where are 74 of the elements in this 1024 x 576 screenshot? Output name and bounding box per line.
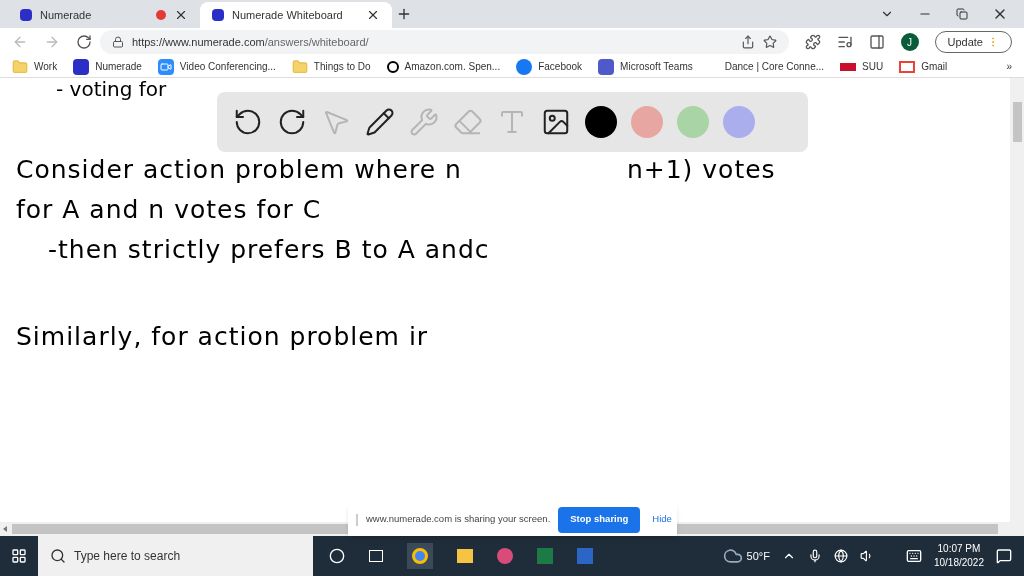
mail-icon — [899, 60, 916, 73]
tab-title: Numerade — [40, 7, 93, 23]
bookmark[interactable]: Video Conferencing... — [157, 58, 276, 75]
url-host: https://www.numerade.com — [132, 35, 265, 48]
color-swatch[interactable] — [631, 106, 663, 138]
image-icon[interactable] — [541, 107, 571, 137]
address-bar[interactable]: https://www.numerade.com/answers/whiteboard/ — [100, 30, 789, 54]
recording-icon — [156, 10, 166, 20]
weather-icon[interactable] — [722, 546, 743, 566]
sharing-message: www.numerade.com is sharing your screen. — [366, 512, 551, 527]
pen-icon[interactable] — [365, 107, 395, 137]
search-placeholder: Type here to search — [74, 548, 181, 565]
url-path: /answers/whiteboard/ — [264, 35, 369, 48]
notifications-icon[interactable] — [996, 548, 1012, 564]
task-view-icon[interactable] — [369, 550, 383, 562]
logo-icon — [840, 62, 857, 71]
redo-icon[interactable] — [277, 107, 307, 137]
microphone-icon[interactable] — [807, 549, 822, 563]
new-tab-icon[interactable] — [396, 6, 412, 22]
handwritten-text: Similarly, for action problem ir — [16, 322, 429, 351]
share-icon[interactable] — [740, 35, 755, 49]
handwritten-text: for A and n votes for C — [16, 194, 322, 227]
bookmark[interactable]: Numerade — [73, 58, 142, 75]
search-icon — [50, 548, 66, 564]
extensions-icon[interactable] — [804, 34, 821, 50]
bookmark[interactable]: Facebook — [516, 58, 583, 75]
clock-date[interactable]: 10/18/2022 — [933, 556, 984, 570]
weather-temperature[interactable]: 50°F — [746, 547, 770, 565]
restore-icon[interactable] — [956, 8, 968, 20]
handwritten-text: n+1) votes — [626, 154, 776, 187]
logo-icon — [73, 58, 90, 75]
network-icon[interactable] — [833, 549, 848, 563]
drag-handle-icon[interactable] — [356, 513, 358, 526]
bookmark[interactable]: Work — [12, 58, 58, 75]
stop-sharing-button[interactable]: Stop sharing — [558, 506, 641, 533]
undo-icon[interactable] — [233, 107, 263, 137]
more-bookmarks[interactable]: » — [1006, 59, 1012, 74]
logo-icon — [212, 9, 224, 21]
hide-link[interactable]: Hide — [648, 512, 676, 527]
handwritten-text: -then strictly prefers B to A andc — [48, 234, 490, 267]
media-icon[interactable] — [836, 34, 853, 50]
bookmark[interactable]: SUU — [840, 59, 884, 74]
logo-icon — [20, 9, 32, 21]
lock-icon — [112, 36, 124, 48]
bookmark[interactable]: Gmail — [899, 59, 948, 74]
star-icon[interactable] — [762, 35, 777, 49]
bookmark[interactable]: Microsoft Teams — [598, 58, 693, 75]
keyboard-icon[interactable] — [905, 548, 922, 564]
color-swatch[interactable] — [723, 106, 755, 138]
color-swatch[interactable] — [677, 106, 709, 138]
video-icon — [157, 58, 174, 75]
reload-icon[interactable] — [76, 34, 92, 50]
logo-icon — [386, 60, 399, 73]
handwritten-text: Consider action problem where n — [16, 154, 462, 187]
bookmark[interactable]: Things to Do — [291, 58, 371, 75]
handwritten-text: - voting for — [56, 77, 167, 101]
side-panel-icon[interactable] — [868, 34, 885, 50]
taskbar-search-field[interactable]: Type here to search — [38, 536, 313, 576]
logo-icon — [598, 58, 615, 75]
cortana-icon[interactable] — [329, 548, 345, 564]
app-icon[interactable] — [497, 548, 513, 564]
browser-tab[interactable]: Numerade — [8, 2, 200, 28]
logo-icon — [516, 58, 533, 75]
bookmark[interactable]: Amazon.com. Spen... — [386, 59, 501, 74]
close-icon[interactable] — [174, 8, 188, 22]
tab-title: Numerade Whiteboard — [232, 7, 344, 23]
bookmark[interactable]: Dance | Core Conne... — [724, 59, 825, 74]
chrome-icon[interactable] — [407, 543, 433, 569]
clock-time[interactable]: 10:07 PM — [937, 542, 981, 556]
scrollbar-thumb[interactable] — [1012, 102, 1022, 142]
profile-avatar[interactable]: J — [900, 33, 919, 51]
close-icon[interactable] — [366, 8, 380, 22]
browser-tab[interactable]: Numerade Whiteboard — [200, 2, 392, 28]
color-swatch[interactable] — [585, 106, 617, 138]
